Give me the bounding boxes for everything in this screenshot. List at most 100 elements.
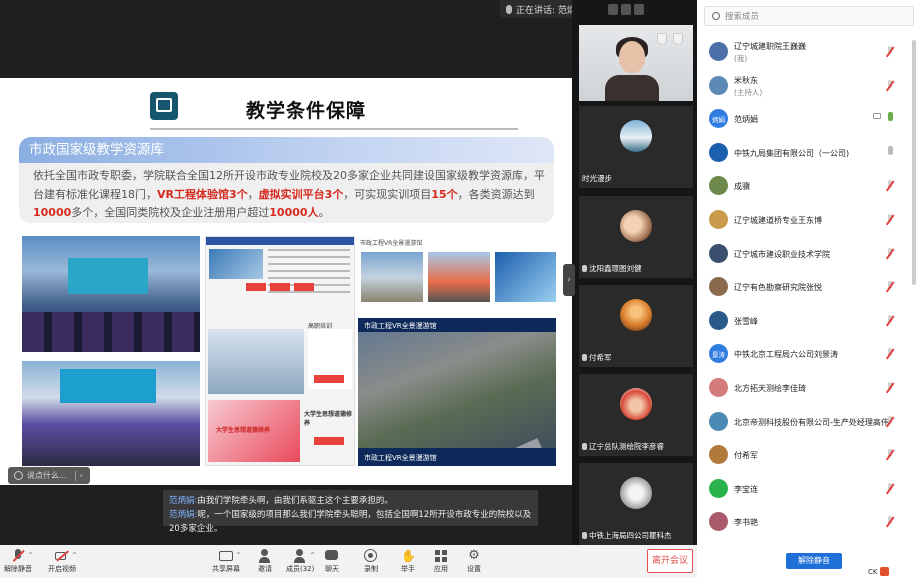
participant-name: 付希军 xyxy=(734,451,758,461)
resource-box: 市政国家级教学资源库 依托全国市政专职委，学院联合全国12所开设市政专业院校及2… xyxy=(19,137,554,223)
shared-screen[interactable]: 教学条件保障 市政国家级教学资源库 依托全国市政专职委，学院联合全国12所开设市… xyxy=(0,78,572,485)
leave-meeting-button[interactable]: 离开会议 xyxy=(647,549,693,573)
hand-icon: ✋ xyxy=(401,549,416,563)
scrollbar[interactable] xyxy=(912,40,916,285)
search-members-input[interactable]: 搜索成员 xyxy=(704,6,914,26)
members-icon: ^ xyxy=(293,549,315,563)
avatar xyxy=(709,378,728,397)
microphone-muted-icon[interactable] xyxy=(885,348,895,360)
meeting-window: 正在讲话: 范炳娟; 教学条件保障 市政国家级教学资源库 依托全国市政专职委，学… xyxy=(0,0,921,578)
speaker-video[interactable] xyxy=(579,25,693,101)
participant-row[interactable]: 李宝连 xyxy=(697,474,911,507)
collapse-gallery-button[interactable]: › xyxy=(563,264,575,296)
share-screen-button[interactable]: ^ 共享屏幕 xyxy=(212,549,241,577)
microphone-muted-icon[interactable] xyxy=(885,79,895,92)
apps-button[interactable]: 应用 xyxy=(434,549,448,577)
microphone-muted-icon[interactable] xyxy=(885,482,895,495)
highlight-text: 10000 xyxy=(33,206,72,219)
microphone-muted-icon[interactable] xyxy=(885,46,895,58)
microphone-muted-icon[interactable] xyxy=(885,281,895,293)
video-tile[interactable]: 辽宁总队测绘院李彦睿 xyxy=(579,374,693,456)
video-tile[interactable]: 时光漫步 xyxy=(579,106,693,188)
participant-row[interactable]: 中铁九局集团有限公司（一公司) xyxy=(697,138,911,171)
slide-title: 教学条件保障 xyxy=(246,100,367,122)
video-button[interactable]: ^ 开启视频 xyxy=(48,549,77,577)
microphone-active-icon[interactable] xyxy=(888,112,893,122)
collapse-left-icon[interactable]: ‹ xyxy=(80,471,83,480)
chat-icon xyxy=(325,549,339,563)
microphone-icon xyxy=(582,354,587,361)
microphone-muted-icon[interactable] xyxy=(885,449,895,461)
microphone-icon xyxy=(582,443,587,450)
chat-message: 范炳娟:呢，一个国家级的项目那么我们学院牵头聪明，包括全国啊12所开设市政专业的… xyxy=(169,510,532,534)
participant-row[interactable]: 辽宁城建职院王巍巍 (我) xyxy=(697,37,911,70)
microphone-muted-icon[interactable] xyxy=(885,180,895,192)
participant-row[interactable]: 辽宁有色勘察研究院张悦 xyxy=(697,272,911,305)
vr-title: 市政工程VR全景漫游馆 xyxy=(364,322,437,330)
microphone-muted-icon[interactable] xyxy=(885,382,895,394)
microphone-muted-icon[interactable] xyxy=(885,516,895,528)
settings-button[interactable]: ⚙ 设置 xyxy=(467,549,481,577)
avatar xyxy=(709,277,728,297)
mute-button[interactable]: ^ 解除静音 xyxy=(4,549,33,577)
tile-name: 付希军 xyxy=(589,353,612,362)
participant-row[interactable]: 炳娟 范炳娟 xyxy=(697,104,911,137)
participant-row[interactable]: 米秋东 (主持人) xyxy=(697,71,911,104)
video-tile[interactable]: 付希军 xyxy=(579,285,693,367)
tile-name: 辽宁总队测绘院李彦睿 xyxy=(589,442,664,451)
microphone-icon xyxy=(582,532,587,539)
participant-name: 辽宁城建道桥专业王东博 xyxy=(734,216,822,225)
microphone-muted-icon[interactable] xyxy=(885,247,895,260)
avatar xyxy=(709,512,728,532)
raise-hand-button[interactable]: ✋ 举手 xyxy=(401,549,416,577)
meeting-photo-1 xyxy=(22,236,200,352)
participant-row[interactable]: 辽宁城建道桥专业王东博 xyxy=(697,205,911,238)
avatar xyxy=(709,176,728,196)
participant-row[interactable]: 张雪峰 xyxy=(697,306,911,339)
microphone-muted-icon: ^ xyxy=(11,549,33,563)
video-tile[interactable]: 沈阳鑫璟图刘健 xyxy=(579,196,693,278)
gear-icon: ⚙ xyxy=(468,548,480,563)
avatar xyxy=(709,411,728,431)
camera-icon[interactable] xyxy=(873,113,881,120)
microphone-muted-icon[interactable] xyxy=(885,415,895,428)
participant-row[interactable]: 李书艳 xyxy=(697,507,911,540)
body-text: ，可实现实训项目 xyxy=(343,187,432,201)
participant-row[interactable]: 辽宁城市建设职业技术学院 xyxy=(697,239,911,272)
participant-row[interactable]: 北方拓天测绘李佳琦 xyxy=(697,373,911,406)
microphone-muted-icon[interactable] xyxy=(885,314,895,327)
microphone-muted-icon[interactable] xyxy=(885,214,895,226)
unmute-all-button[interactable]: 解除静音 xyxy=(786,553,842,569)
record-icon xyxy=(364,549,378,563)
apps-grid-icon xyxy=(434,549,448,563)
avatar xyxy=(620,388,652,420)
participant-name: 辽宁有色勘察研究院张悦 xyxy=(734,283,822,293)
avatar xyxy=(709,75,728,95)
avatar xyxy=(709,210,728,229)
chat-button[interactable]: 聊天 xyxy=(325,549,339,577)
avatar xyxy=(620,120,652,152)
participant-row[interactable]: 付希军 xyxy=(697,440,911,473)
screen-share-icon: ^ xyxy=(219,549,241,563)
invite-button[interactable]: 邀请 xyxy=(258,549,272,577)
members-button[interactable]: ^ 成员(32) xyxy=(286,549,315,577)
participant-name: 中铁北京工程局六公司刘景涛 xyxy=(734,350,838,360)
search-placeholder: 搜索成员 xyxy=(725,12,760,22)
video-tile[interactable]: 中铁上海局四公司瞿科杰 xyxy=(579,463,693,545)
gallery-controls[interactable] xyxy=(608,4,644,15)
record-button[interactable]: 录制 xyxy=(364,549,378,577)
tile-name: 中铁上海局四公司瞿科杰 xyxy=(589,531,672,540)
participant-row[interactable]: 景涛 中铁北京工程局六公司刘景涛 xyxy=(697,339,911,372)
highlight-text: 虚拟实训平台3个 xyxy=(258,187,344,201)
participant-row[interactable]: 北京帝测科技股份有限公司-生产处经理高伟 xyxy=(697,407,911,440)
microphone-icon[interactable] xyxy=(888,145,893,155)
vr-caption: 市政工程VR全景漫游馆 xyxy=(360,240,423,247)
participant-role: (主持人) xyxy=(734,87,763,97)
resource-box-text: 依托全国市政专职委，学院联合全国12所开设市政专业院校及20多家企业共同建设国家… xyxy=(33,167,548,223)
meeting-toolbar: ^ 解除静音 ^ 开启视频 ^ 共享屏幕 邀请 ^ 成员(32) 聊天 录制 ✋… xyxy=(0,545,697,578)
participant-row[interactable]: 成骥 xyxy=(697,171,911,204)
highlight-text: 15个 xyxy=(431,187,458,201)
emoji-icon[interactable] xyxy=(14,471,23,480)
say-something-pill[interactable]: 说点什么... ‹ xyxy=(8,467,90,484)
avatar xyxy=(620,299,652,331)
